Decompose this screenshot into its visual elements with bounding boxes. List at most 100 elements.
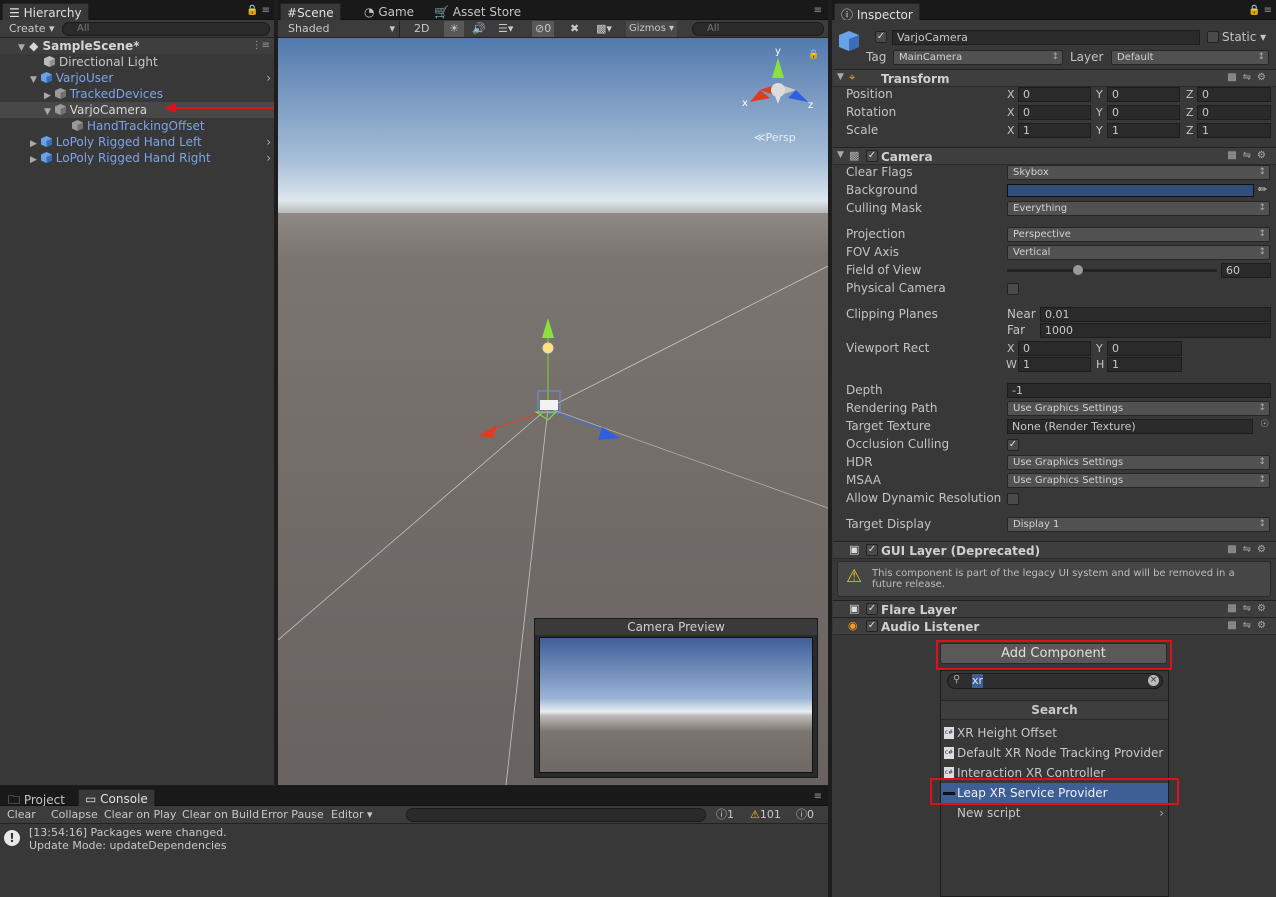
console-search-input[interactable] <box>406 808 706 822</box>
culling-mask-dropdown[interactable]: Everything <box>1007 201 1270 216</box>
inspector-menu-icon[interactable]: 🔒 ≡ <box>1248 5 1272 16</box>
position-x-field[interactable]: 0 <box>1018 87 1091 102</box>
component-menu-icons[interactable]: ▩⇋⚙ <box>1227 620 1272 631</box>
lock-icon[interactable]: 🔒 <box>808 50 819 60</box>
eyedropper-icon[interactable]: ✏ <box>1258 183 1267 196</box>
viewport-w-field[interactable]: 1 <box>1018 357 1091 372</box>
background-color-field[interactable] <box>1007 184 1254 197</box>
error-pause-button[interactable]: Error Pause <box>261 807 324 823</box>
add-component-button[interactable]: Add Component <box>940 643 1167 664</box>
scene-menu-icon[interactable]: ≡ <box>814 5 822 16</box>
tab-project[interactable]: 🗀 Project <box>2 789 71 807</box>
tab-hierarchy[interactable]: ☰ Hierarchy <box>2 3 89 20</box>
collapse-button[interactable]: Collapse <box>51 807 98 823</box>
scene-search-input[interactable]: All <box>692 22 824 36</box>
camera-icon[interactable]: ▩▾ <box>596 21 612 37</box>
new-script-item[interactable]: New script › <box>941 803 1168 823</box>
target-display-dropdown[interactable]: Display 1 <box>1007 517 1270 532</box>
persp-label[interactable]: ≪Persp <box>754 131 796 144</box>
hierarchy-item[interactable]: Directional Light <box>0 54 158 70</box>
collapse-icon[interactable]: ▼ <box>837 72 844 82</box>
far-field[interactable]: 1000 <box>1040 323 1271 338</box>
hierarchy-item[interactable]: ▶ TrackedDevices <box>0 86 163 102</box>
clear-on-build-button[interactable]: Clear on Build <box>182 807 259 823</box>
fov-slider-thumb[interactable] <box>1073 265 1083 275</box>
scene-viewport[interactable]: y x z ≪Persp 🔒 Camera Preview <box>278 38 828 785</box>
position-z-field[interactable]: 0 <box>1197 87 1271 102</box>
component-menu-icons[interactable]: ▩⇋⚙ <box>1227 544 1272 555</box>
result-item[interactable]: c# XR Height Offset <box>941 723 1168 743</box>
expand-icon[interactable]: ▶ <box>30 155 37 165</box>
tab-game[interactable]: ◔ Game <box>358 3 420 20</box>
toggle-2d-button[interactable]: 2D <box>414 21 429 37</box>
occlusion-culling-checkbox[interactable]: ✓ <box>1007 439 1019 451</box>
clear-on-play-button[interactable]: Clear on Play <box>104 807 176 823</box>
fov-field[interactable]: 60 <box>1221 263 1271 278</box>
scale-x-field[interactable]: 1 <box>1018 123 1091 138</box>
physical-camera-checkbox[interactable] <box>1007 283 1019 295</box>
chevron-right-icon[interactable]: › <box>266 150 271 166</box>
console-entry[interactable]: [13:54:16] Packages were changed. Update… <box>29 826 227 852</box>
gui-layer-header[interactable]: ▣ ✓ GUI Layer (Deprecated) ▩⇋⚙ <box>833 541 1276 559</box>
position-y-field[interactable]: 0 <box>1107 87 1180 102</box>
rotation-y-field[interactable]: 0 <box>1107 105 1180 120</box>
viewport-h-field[interactable]: 1 <box>1107 357 1182 372</box>
depth-field[interactable]: -1 <box>1007 383 1271 398</box>
expand-icon[interactable]: ▶ <box>44 91 51 101</box>
rendering-path-dropdown[interactable]: Use Graphics Settings <box>1007 401 1270 416</box>
flare-layer-checkbox[interactable]: ✓ <box>866 603 878 615</box>
object-picker-icon[interactable]: ☉ <box>1260 419 1269 430</box>
component-menu-icons[interactable]: ▩⇋⚙ <box>1227 603 1272 614</box>
scene-menu-icon[interactable]: ⋮≡ <box>252 38 270 54</box>
lighting-icon[interactable]: ☀ <box>444 21 464 37</box>
chevron-right-icon[interactable]: › <box>266 70 271 86</box>
viewport-x-field[interactable]: 0 <box>1018 341 1091 356</box>
flare-layer-header[interactable]: ▣ ✓ Flare Layer ▩⇋⚙ <box>833 600 1276 618</box>
scene-row[interactable]: ▼ ◆ SampleScene* ⋮≡ <box>0 38 274 54</box>
tab-asset-store[interactable]: 🛒 Asset Store <box>428 3 527 20</box>
projection-dropdown[interactable]: Perspective <box>1007 227 1270 242</box>
expand-icon[interactable]: ▼ <box>30 75 37 85</box>
near-field[interactable]: 0.01 <box>1040 307 1271 322</box>
expand-icon[interactable]: ▶ <box>30 139 37 149</box>
hidden-objects-toggle[interactable]: ⊘0 <box>532 21 555 37</box>
warning-count-toggle[interactable]: ⚠101 <box>750 807 781 823</box>
gui-layer-checkbox[interactable]: ✓ <box>866 544 878 556</box>
fov-axis-dropdown[interactable]: Vertical <box>1007 245 1270 260</box>
result-item[interactable]: c# Default XR Node Tracking Provider <box>941 743 1168 763</box>
tab-inspector[interactable]: ⓘ Inspector <box>834 3 920 22</box>
hierarchy-item[interactable]: ▶ LoPoly Rigged Hand Left › <box>0 134 274 150</box>
hierarchy-item-varjouser[interactable]: ▼ VarjoUser › <box>0 70 274 86</box>
hdr-dropdown[interactable]: Use Graphics Settings <box>1007 455 1270 470</box>
fov-slider-track[interactable] <box>1007 269 1217 272</box>
clear-search-icon[interactable]: × <box>1148 675 1159 686</box>
component-menu-icons[interactable]: ▩⇋⚙ <box>1227 150 1272 161</box>
orientation-gizmo[interactable]: y x z <box>738 44 818 144</box>
gizmos-dropdown[interactable]: Gizmos ▾ <box>626 21 678 37</box>
hierarchy-search-input[interactable]: All <box>62 22 270 36</box>
audio-listener-header[interactable]: ◉ ✓ Audio Listener ▩⇋⚙ <box>833 617 1276 635</box>
static-dropdown[interactable]: Static ▾ <box>1222 30 1266 44</box>
audio-icon[interactable]: 🔊 <box>472 21 486 37</box>
camera-header[interactable]: ▼ ▩ ✓ Camera ▩⇋⚙ <box>833 147 1276 165</box>
tab-scene[interactable]: #Scene <box>280 3 341 20</box>
tab-console[interactable]: ▭ Console <box>78 789 155 806</box>
effects-icon[interactable]: ☰▾ <box>498 21 513 37</box>
hierarchy-menu-icon[interactable]: 🔒 ≡ <box>246 5 270 16</box>
hierarchy-item[interactable]: HandTrackingOffset <box>0 118 205 134</box>
expand-icon[interactable]: ▼ <box>44 107 51 117</box>
create-dropdown[interactable]: Create ▾ <box>9 21 55 37</box>
target-texture-field[interactable]: None (Render Texture) <box>1007 419 1253 434</box>
camera-enabled-checkbox[interactable]: ✓ <box>866 150 878 162</box>
scale-z-field[interactable]: 1 <box>1197 123 1271 138</box>
object-name-field[interactable]: VarjoCamera <box>892 30 1200 45</box>
rotation-z-field[interactable]: 0 <box>1197 105 1271 120</box>
collapse-icon[interactable]: ▼ <box>837 150 844 160</box>
viewport-y-field[interactable]: 0 <box>1107 341 1182 356</box>
component-menu-icons[interactable]: ▩⇋⚙ <box>1227 72 1272 83</box>
chevron-right-icon[interactable]: › <box>266 134 271 150</box>
static-checkbox[interactable] <box>1207 31 1219 43</box>
clear-button[interactable]: Clear <box>7 807 36 823</box>
scale-y-field[interactable]: 1 <box>1107 123 1180 138</box>
console-menu-icon[interactable]: ≡ <box>814 791 822 802</box>
